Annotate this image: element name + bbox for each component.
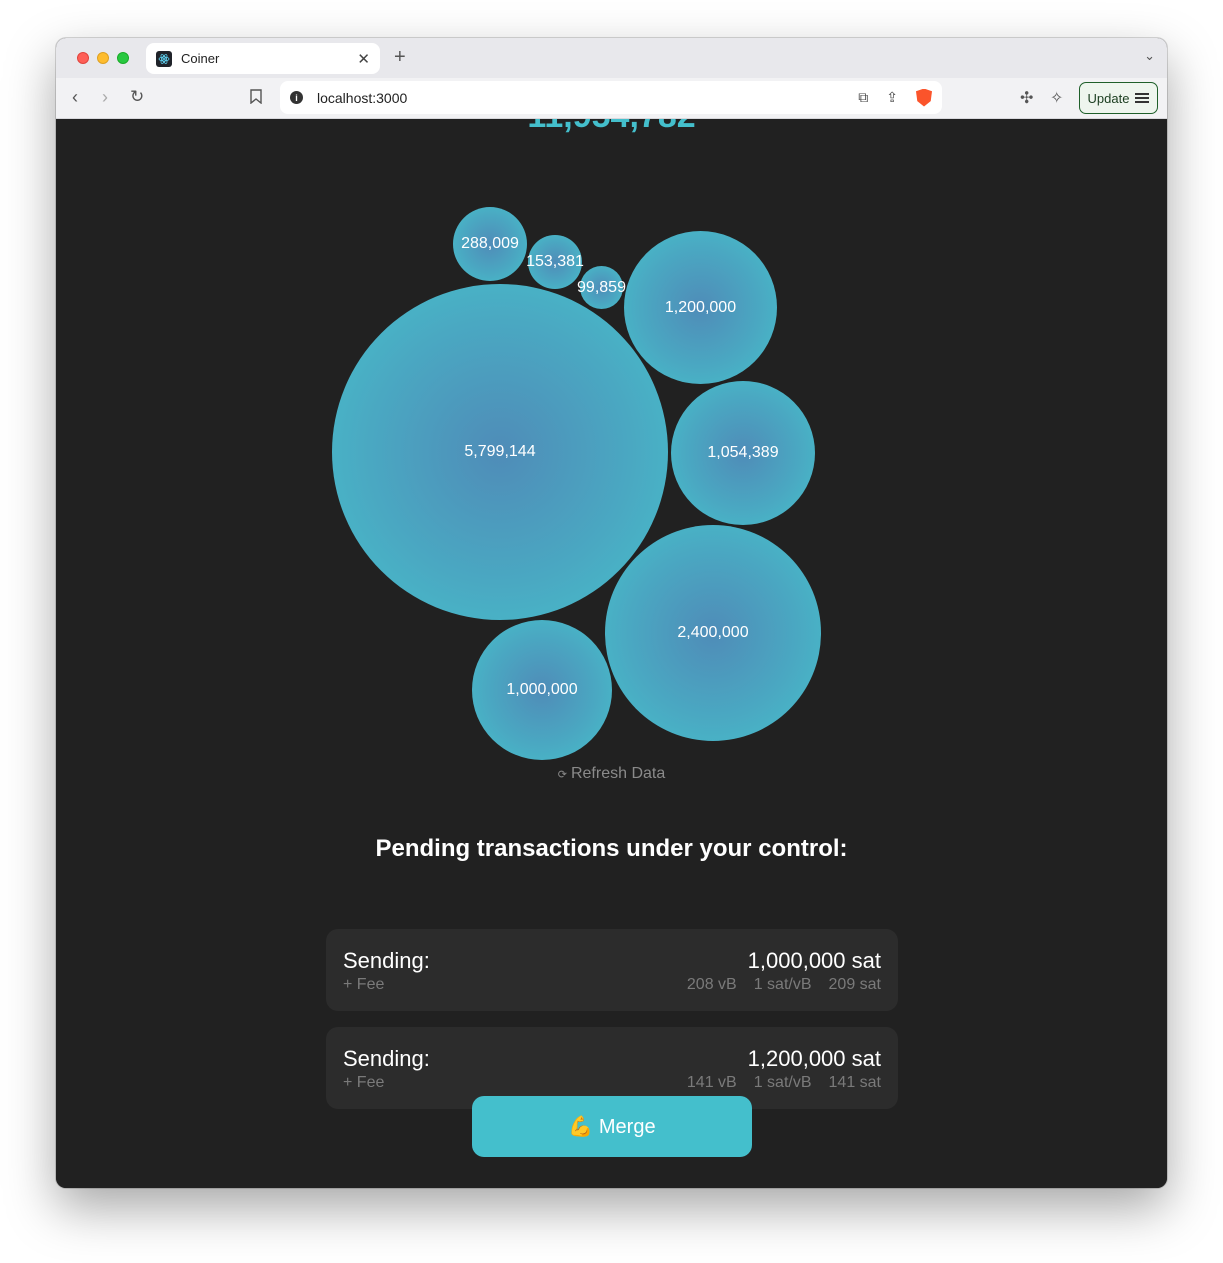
coin-bubble-label: 153,381 [526,253,584,270]
coin-bubble-label: 1,054,389 [707,444,779,461]
bookmark-icon[interactable] [250,89,262,109]
fee-rate: 1 sat/vB [753,1074,812,1091]
coin-bubble[interactable]: 288,009 [453,207,527,281]
coin-bubble[interactable]: 1,000,000 [472,620,612,760]
coin-bubble[interactable]: 153,381 [526,235,584,289]
fee-details: 141 vB 1 sat/vB 141 sat [687,1074,881,1092]
vsize: 141 vB [686,1074,737,1091]
refresh-data-button[interactable]: ⟳ Refresh Data [56,765,1167,783]
coin-bubble-label: 2,400,000 [677,624,749,641]
coin-bubble[interactable]: 5,799,144 [332,284,668,620]
new-tab-icon[interactable]: + [394,46,406,69]
merge-button[interactable]: 💪 Merge [472,1096,752,1157]
back-icon[interactable]: ‹ [72,87,78,108]
zoom-window-button[interactable] [117,52,129,64]
vsize: 208 vB [686,976,737,993]
react-logo-icon [156,50,172,67]
address-bar[interactable]: i localhost:3000 ⧉ ⇪ [280,81,942,114]
menu-icon [1135,93,1150,103]
forward-icon[interactable]: › [102,87,108,108]
update-label: Update [1087,90,1130,106]
transaction-amount: 1,200,000 sat [747,1046,881,1071]
browser-toolbar: ‹ › ↻ i localhost:3000 ⧉ ⇪ ✣ ✧ Update [56,78,1167,119]
share-icon[interactable]: ⇪ [886,89,898,106]
refresh-label: Refresh Data [570,765,666,782]
page-content: 11,954,782 288,009 153,381 99,859 1,200,… [56,119,1167,1188]
close-tab-icon[interactable]: ✕ [357,50,370,68]
open-external-icon[interactable]: ⧉ [858,89,868,106]
extensions-icon[interactable]: ✣ [1020,88,1033,108]
coin-bubble[interactable]: 2,400,000 [605,525,821,741]
transaction-card: Sending: + Fee 1,000,000 sat 208 vB 1 sa… [326,929,898,1011]
coin-bubble-label: 1,200,000 [664,298,737,316]
refresh-icon: ⟳ [557,769,567,781]
pending-title: Pending transactions under your control: [375,835,848,862]
coin-bubble-label: 288,009 [461,235,519,252]
fee-label: + Fee [343,976,385,993]
coin-bubble[interactable]: 1,200,000 [624,231,777,384]
fee-rate: 1 sat/vB [753,976,812,993]
brave-shield-icon[interactable] [916,88,932,107]
tab-title: Coiner [181,51,220,66]
coin-bubble[interactable]: 99,859 [577,266,626,309]
tab-bar: Coiner ✕ + ⌄ [56,38,1167,78]
browser-window: Coiner ✕ + ⌄ ‹ › ↻ i localhost:3000 ⧉ ⇪ … [56,38,1167,1188]
leo-ai-icon[interactable]: ✧ [1050,88,1063,108]
chevron-down-icon[interactable]: ⌄ [1144,48,1155,64]
fee-amount: 141 sat [828,1074,881,1091]
transaction-label: Sending: [343,948,430,973]
fee-details: 208 vB 1 sat/vB 209 sat [687,976,881,994]
tab-coiner[interactable]: Coiner ✕ [146,43,380,74]
minimize-window-button[interactable] [97,52,109,64]
fee-label: + Fee [343,1074,385,1091]
fee-amount: 209 sat [828,976,881,993]
coin-bubble-label: 99,859 [577,278,626,296]
update-button[interactable]: Update [1079,82,1158,114]
transaction-amount: 1,000,000 sat [747,948,881,973]
coin-bubble[interactable]: 1,054,389 [671,381,815,525]
total-balance: 11,954,782 [56,119,1167,136]
reload-icon[interactable]: ↻ [130,87,144,107]
site-info-icon[interactable]: i [290,91,303,104]
close-window-button[interactable] [77,52,89,64]
transaction-label: Sending: [343,1046,430,1071]
coin-bubble-label: 5,799,144 [464,443,536,460]
url-text: localhost:3000 [317,89,408,106]
coin-bubble-label: 1,000,000 [506,681,578,698]
